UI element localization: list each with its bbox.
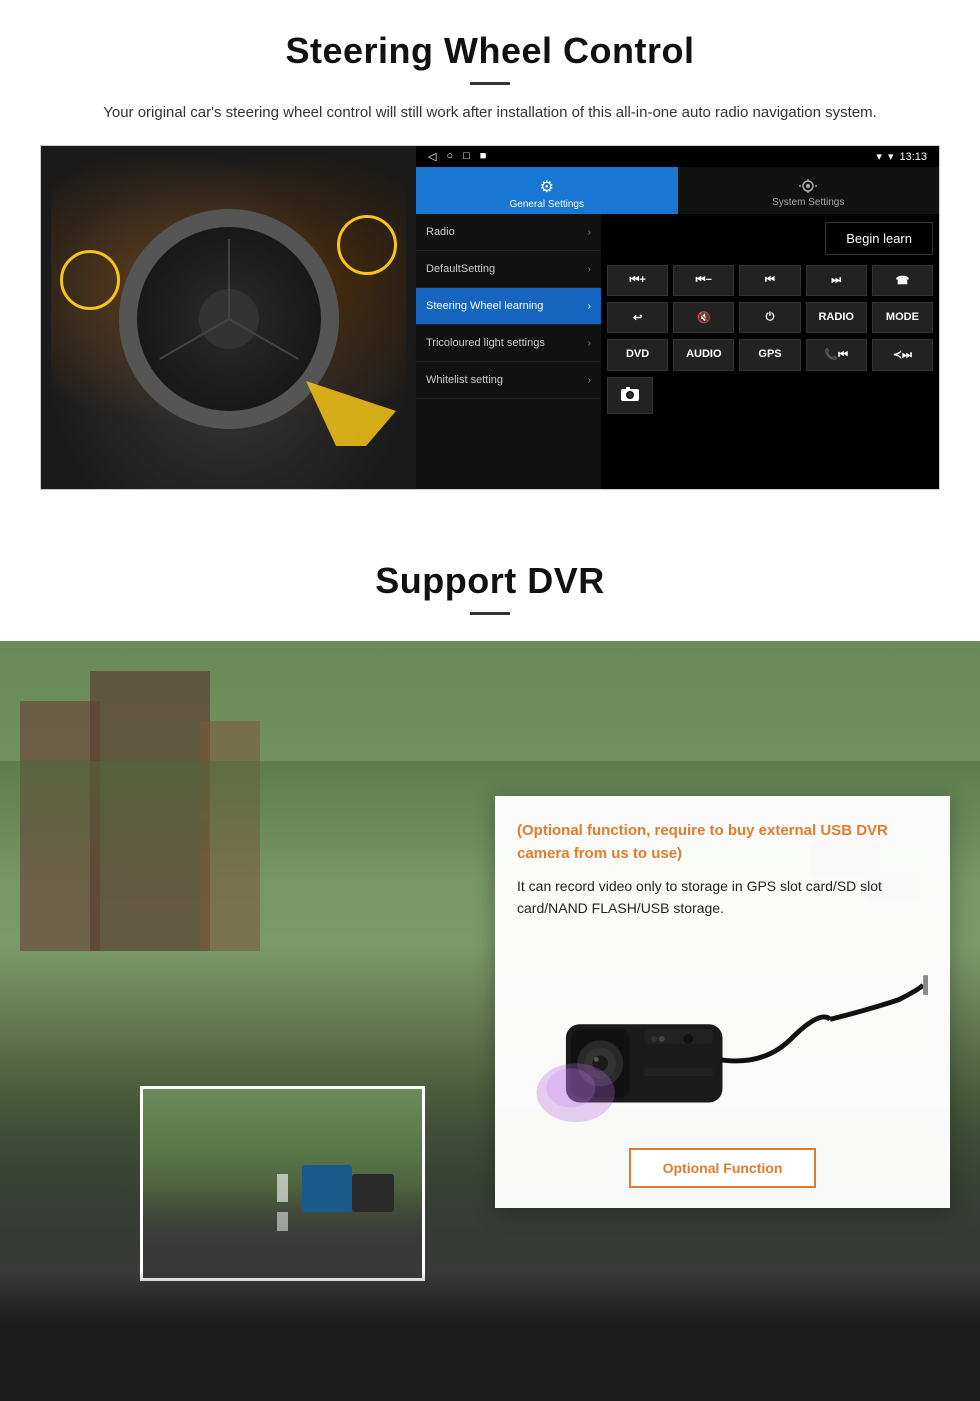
call-prev-btn[interactable]: 📞⏮ [806, 339, 867, 371]
yellow-arrow [306, 381, 396, 451]
steering-subtitle: Your original car's steering wheel contr… [80, 101, 900, 125]
radio-btn[interactable]: RADIO [806, 302, 867, 333]
vol-up-btn[interactable]: ⏮+ [607, 265, 668, 296]
menu-left: Radio › DefaultSetting › Steering Wheel … [416, 214, 601, 489]
mode-btn[interactable]: MODE [872, 302, 933, 333]
system-settings-tab[interactable]: System Settings [678, 167, 940, 214]
right-highlight-circle [337, 215, 397, 275]
dvr-camera-svg [517, 939, 928, 1129]
next-btn[interactable]: ⏭ [806, 265, 867, 296]
steering-section: Steering Wheel Control Your original car… [0, 0, 980, 510]
dvr-thumb [140, 1086, 425, 1281]
dvd-btn[interactable]: DVD [607, 339, 668, 371]
menu-tricolour-label: Tricoloured light settings [426, 337, 545, 349]
call-btn[interactable]: ☎ [872, 265, 933, 296]
begin-learn-row: Begin learn [607, 222, 933, 255]
statusbar-nav: ◁ ○ □ ■ [428, 150, 486, 163]
system-icon [684, 177, 934, 195]
chevron-icon: › [588, 301, 591, 312]
menu-default-label: DefaultSetting [426, 263, 495, 275]
android-topbar: ⚙ General Settings Syste [416, 167, 939, 214]
settings-icon: ⚙ [422, 177, 672, 197]
chevron-icon: › [588, 375, 591, 386]
mute-btn[interactable]: 🔇 [673, 302, 734, 333]
dvr-background: (Optional function, require to buy exter… [0, 641, 980, 1401]
steering-wheel-bg [41, 146, 416, 490]
dvr-title: Support DVR [0, 560, 980, 602]
statusbar-info: ▾ ▾ 13:13 [876, 150, 927, 163]
dvr-thumb-inner [143, 1089, 422, 1278]
dvr-description: It can record video only to storage in G… [517, 875, 928, 920]
prev-next-btn[interactable]: ≺⏭ [872, 339, 933, 371]
menu-radio-label: Radio [426, 226, 455, 238]
menu-steering-label: Steering Wheel learning [426, 300, 543, 312]
gps-btn[interactable]: GPS [739, 339, 800, 371]
dvr-section: Support DVR [0, 530, 980, 1401]
general-settings-label: General Settings [510, 199, 585, 210]
menu-item-radio[interactable]: Radio › [416, 214, 601, 251]
steering-photo [41, 146, 416, 490]
chevron-icon: › [588, 264, 591, 275]
wifi-icon: ▾ [888, 150, 894, 163]
menu-right: Begin learn ⏮+ ⏮− ⏮ ⏭ ☎ ↩ 🔇 ⏻ [601, 214, 939, 489]
vol-down-btn[interactable]: ⏮− [673, 265, 734, 296]
ctrl-row-4 [607, 377, 933, 414]
dvr-info-card: (Optional function, require to buy exter… [495, 796, 950, 1208]
optional-function-button[interactable]: Optional Function [629, 1148, 817, 1188]
dvr-camera-illustration [517, 934, 928, 1134]
camera-btn[interactable] [607, 377, 653, 414]
ctrl-row-3: DVD AUDIO GPS 📞⏮ ≺⏭ [607, 339, 933, 371]
back-icon[interactable]: ◁ [428, 150, 436, 163]
dvr-title-divider [470, 612, 510, 615]
prev-btn[interactable]: ⏮ [739, 265, 800, 296]
chevron-icon: › [588, 338, 591, 349]
dvr-optional-text: (Optional function, require to buy exter… [517, 820, 928, 865]
steering-demo: ◁ ○ □ ■ ▾ ▾ 13:13 ⚙ General Settings [40, 145, 940, 490]
left-highlight-circle [60, 250, 120, 310]
android-screen: ◁ ○ □ ■ ▾ ▾ 13:13 ⚙ General Settings [416, 146, 939, 489]
hangup-btn[interactable]: ↩ [607, 302, 668, 333]
menu-item-steering[interactable]: Steering Wheel learning › [416, 288, 601, 325]
ctrl-row-2: ↩ 🔇 ⏻ RADIO MODE [607, 302, 933, 333]
menu-item-tricolour[interactable]: Tricoloured light settings › [416, 325, 601, 362]
begin-learn-button[interactable]: Begin learn [825, 222, 933, 255]
steering-title: Steering Wheel Control [40, 30, 940, 72]
audio-btn[interactable]: AUDIO [673, 339, 734, 371]
system-settings-label: System Settings [772, 197, 844, 208]
android-statusbar: ◁ ○ □ ■ ▾ ▾ 13:13 [416, 146, 939, 167]
recents-icon[interactable]: □ [463, 150, 470, 163]
menu-item-whitelist[interactable]: Whitelist setting › [416, 362, 601, 399]
dvr-title-area: Support DVR [0, 530, 980, 641]
menu-whitelist-label: Whitelist setting [426, 374, 503, 386]
title-divider [470, 82, 510, 85]
status-time: 13:13 [899, 151, 927, 163]
ctrl-row-1: ⏮+ ⏮− ⏮ ⏭ ☎ [607, 265, 933, 296]
power-btn[interactable]: ⏻ [739, 302, 800, 333]
general-settings-tab[interactable]: ⚙ General Settings [416, 167, 678, 214]
signal-icon: ▾ [876, 150, 882, 163]
dashboard-overlay [0, 1271, 980, 1401]
menu-icon[interactable]: ■ [480, 150, 487, 163]
menu-item-default[interactable]: DefaultSetting › [416, 251, 601, 288]
chevron-icon: › [588, 227, 591, 238]
menu-panel: Radio › DefaultSetting › Steering Wheel … [416, 214, 939, 489]
home-icon[interactable]: ○ [446, 150, 453, 163]
